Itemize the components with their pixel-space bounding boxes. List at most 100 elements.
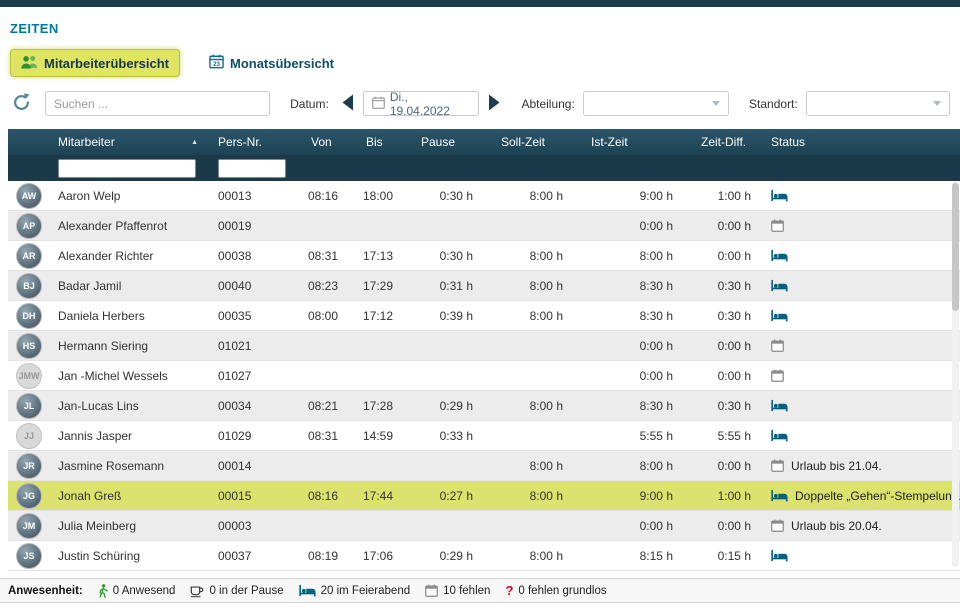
employee-persnr: 00013 <box>208 189 293 203</box>
column-header-status[interactable]: Status <box>761 135 960 149</box>
top-window-bar <box>0 0 960 7</box>
tab-bar: Mitarbeiterübersicht 23 Monatsübersicht <box>10 49 960 77</box>
time-pause: 0:33 h <box>403 429 483 443</box>
column-header-sollzeit[interactable]: Soll-Zeit <box>483 135 573 149</box>
people-icon <box>21 54 38 72</box>
time-diff: 0:30 h <box>683 399 761 413</box>
department-select[interactable] <box>583 91 729 116</box>
status-cell <box>761 249 960 262</box>
column-header-von[interactable]: Von <box>293 135 348 149</box>
time-ist: 8:30 h <box>573 399 683 413</box>
table-row[interactable]: DH Daniela Herbers 00035 08:00 17:12 0:3… <box>8 301 960 331</box>
employee-name: Jonah Greß <box>48 489 208 503</box>
feierabend-icon <box>771 429 788 442</box>
employee-name: Aaron Welp <box>48 189 208 203</box>
employee-persnr: 01027 <box>208 369 293 383</box>
time-pause: 0:29 h <box>403 399 483 413</box>
employee-name: Jasmine Rosemann <box>48 459 208 473</box>
calendar-icon <box>771 219 784 232</box>
status-cell <box>761 189 960 202</box>
time-von: 08:31 <box>293 249 348 263</box>
page-title: ZEITEN <box>10 21 960 36</box>
time-von: 08:16 <box>293 489 348 503</box>
table-row[interactable]: HS Hermann Siering 01021 0:00 h 0:00 h <box>8 331 960 361</box>
tab-label: Mitarbeiterübersicht <box>44 56 169 71</box>
employee-persnr: 00037 <box>208 549 293 563</box>
table-row[interactable]: JS Justin Schüring 00037 08:19 17:06 0:2… <box>8 541 960 571</box>
time-ist: 0:00 h <box>573 339 683 353</box>
employee-name: Alexander Pfaffenrot <box>48 219 208 233</box>
avatar: JJ <box>16 423 42 449</box>
legend-text: 10 fehlen <box>443 585 490 597</box>
time-bis: 17:28 <box>348 399 403 413</box>
time-diff: 0:00 h <box>683 339 761 353</box>
table-filter-row <box>8 155 960 181</box>
table-row[interactable]: JJ Jannis Jasper 01029 08:31 14:59 0:33 … <box>8 421 960 451</box>
calendar-icon <box>771 519 784 532</box>
time-bis: 18:00 <box>348 189 403 203</box>
location-select[interactable] <box>806 91 950 116</box>
time-ist: 8:00 h <box>573 249 683 263</box>
time-von: 08:16 <box>293 189 348 203</box>
refresh-button[interactable] <box>12 93 31 115</box>
employee-name: Daniela Herbers <box>48 309 208 323</box>
next-day-button[interactable] <box>488 94 501 114</box>
tab-mitarbeiteruebersicht[interactable]: Mitarbeiterübersicht <box>10 49 180 77</box>
column-header-bis[interactable]: Bis <box>348 135 403 149</box>
employee-persnr: 00038 <box>208 249 293 263</box>
employee-name: Badar Jamil <box>48 279 208 293</box>
time-ist: 0:00 h <box>573 219 683 233</box>
search-input[interactable] <box>45 91 270 116</box>
avatar: JR <box>16 453 42 479</box>
table-row[interactable]: AR Alexander Richter 00038 08:31 17:13 0… <box>8 241 960 271</box>
feierabend-icon <box>771 309 788 322</box>
filter-persnr-input[interactable] <box>218 159 286 178</box>
presence-label: Anwesenheit: <box>8 585 83 597</box>
table-row[interactable]: JM Julia Meinberg 00003 0:00 h 0:00 h Ur… <box>8 511 960 541</box>
column-header-persnr[interactable]: Pers-Nr. <box>208 135 293 149</box>
time-diff: 1:00 h <box>683 189 761 203</box>
table-row[interactable]: BJ Badar Jamil 00040 08:23 17:29 0:31 h … <box>8 271 960 301</box>
tab-monatsuebersicht[interactable]: 23 Monatsübersicht <box>198 49 345 77</box>
table-row[interactable]: AW Aaron Welp 00013 08:16 18:00 0:30 h 8… <box>8 181 960 211</box>
employee-name: Jan-Lucas Lins <box>48 399 208 413</box>
status-cell: Urlaub bis 21.04. <box>761 459 960 473</box>
scrollbar-thumb[interactable] <box>952 183 959 311</box>
vertical-scrollbar[interactable] <box>952 181 959 567</box>
table-row[interactable]: JR Jasmine Rosemann 00014 8:00 h 8:00 h … <box>8 451 960 481</box>
employee-name: Jan -Michel Wessels <box>48 369 208 383</box>
status-text: Urlaub bis 20.04. <box>791 519 882 533</box>
column-header-pause[interactable]: Pause <box>403 135 483 149</box>
feierabend-icon <box>771 189 788 202</box>
time-soll: 8:00 h <box>483 549 573 563</box>
refresh-icon <box>12 93 31 115</box>
filter-mitarbeiter-input[interactable] <box>58 159 196 178</box>
status-cell <box>761 369 960 382</box>
table-row[interactable]: JL Jan-Lucas Lins 00034 08:21 17:28 0:29… <box>8 391 960 421</box>
column-header-zeitdiff[interactable]: Zeit-Diff. <box>683 135 761 149</box>
table-row[interactable]: AP Alexander Pfaffenrot 00019 0:00 h 0:0… <box>8 211 960 241</box>
time-bis: 17:12 <box>348 309 403 323</box>
presence-statusbar: Anwesenheit: 0 Anwesend 0 in der Pause 2… <box>0 578 960 603</box>
table-row[interactable]: JMW Jan -Michel Wessels 01027 0:00 h 0:0… <box>8 361 960 391</box>
legend-text: 0 Anwesend <box>113 585 176 597</box>
previous-day-button[interactable] <box>341 94 354 114</box>
time-pause: 0:39 h <box>403 309 483 323</box>
chevron-right-icon <box>488 94 501 114</box>
column-label: Mitarbeiter <box>58 135 115 149</box>
sort-asc-icon: ▲ <box>191 139 198 146</box>
pause-icon <box>190 584 204 598</box>
time-soll: 8:00 h <box>483 489 573 503</box>
avatar: JM <box>16 513 42 539</box>
svg-text:23: 23 <box>213 61 220 68</box>
time-ist: 8:30 h <box>573 279 683 293</box>
column-header-istzeit[interactable]: Ist-Zeit <box>573 135 683 149</box>
feierabend-icon <box>771 279 788 292</box>
time-von: 08:00 <box>293 309 348 323</box>
table-row[interactable]: JG Jonah Greß 00015 08:16 17:44 0:27 h 8… <box>8 481 960 511</box>
date-input[interactable]: Di., 19.04.2022 <box>363 91 480 116</box>
calendar-icon <box>771 339 784 352</box>
employee-persnr: 01029 <box>208 429 293 443</box>
column-header-mitarbeiter[interactable]: Mitarbeiter ▲ <box>48 135 208 149</box>
avatar: DH <box>16 303 42 329</box>
